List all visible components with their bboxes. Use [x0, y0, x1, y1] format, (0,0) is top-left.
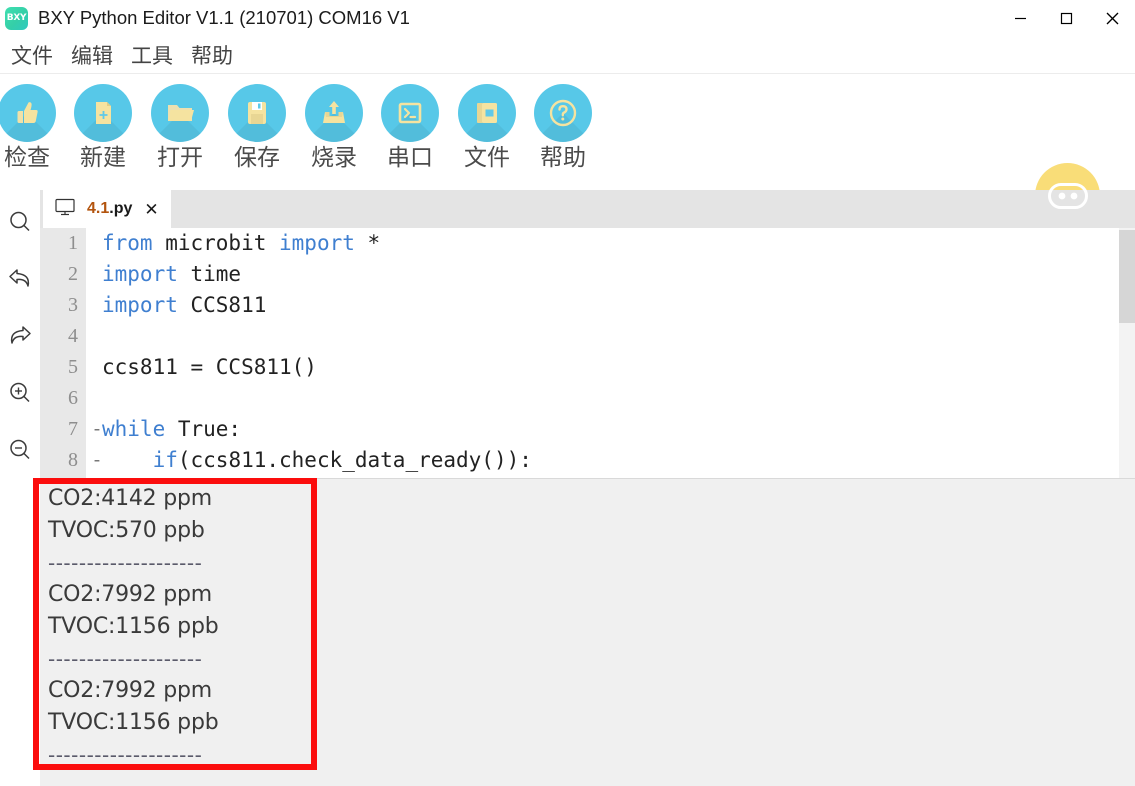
toolbar-label-check: 检查: [4, 145, 50, 171]
serial-output-line: TVOC:570 ppb: [48, 518, 205, 543]
thumbs-up-icon: [0, 84, 56, 142]
code-line-text: from microbit import *: [102, 231, 381, 255]
window-title: BXY Python Editor V1.1 (210701) COM16 V1: [38, 7, 410, 28]
code-line[interactable]: 2 import time: [40, 259, 1135, 290]
serial-output-line: CO2:7992 ppm: [48, 582, 213, 607]
undo-icon[interactable]: [4, 262, 36, 294]
line-number: 7: [68, 418, 78, 440]
code-line[interactable]: 3 import CCS811: [40, 290, 1135, 321]
zoom-out-icon[interactable]: [4, 434, 36, 466]
line-number: 2: [68, 263, 78, 285]
toolbar-label-new: 新建: [80, 145, 126, 171]
search-icon[interactable]: [4, 206, 36, 238]
serial-output-panel[interactable]: CO2:4142 ppm TVOC:570 ppb ----------------…: [40, 478, 1135, 786]
toolbar-label-help: 帮助: [540, 145, 586, 171]
application-window: BXY BXY Python Editor V1.1 (210701) COM1…: [0, 0, 1135, 786]
serial-output-line: --------------------: [48, 551, 203, 575]
tab-title: 4.1.py: [87, 200, 132, 218]
toolbar-button-new[interactable]: 新建: [64, 84, 142, 172]
code-line[interactable]: 1 from microbit import *: [40, 228, 1135, 259]
editor-sidebar: [0, 190, 40, 786]
tab-4-1-py[interactable]: 4.1.py ✕: [43, 190, 171, 228]
code-editor[interactable]: 1 from microbit import * 2 import time 3 impo…: [40, 228, 1135, 478]
app-logo-icon: BXY: [5, 6, 28, 30]
code-line[interactable]: 6: [40, 383, 1135, 414]
toolbar-button-save[interactable]: 保存: [218, 84, 296, 172]
editor-scrollbar-thumb[interactable]: [1119, 230, 1135, 323]
title-bar: BXY BXY Python Editor V1.1 (210701) COM1…: [0, 0, 1135, 36]
code-line-text: import time: [102, 262, 242, 286]
serial-output-line: CO2:4142 ppm: [48, 486, 213, 511]
code-line-text: if(ccs811.check_data_ready()):: [152, 448, 532, 472]
line-number: 3: [68, 294, 78, 316]
toolbar-label-open: 打开: [157, 145, 203, 171]
serial-output-line: --------------------: [48, 743, 203, 767]
code-line[interactable]: 7- while True:: [40, 414, 1135, 445]
code-line-text: while True:: [102, 417, 242, 441]
menu-item-file[interactable]: 文件: [2, 40, 62, 70]
serial-output-line: CO2:7992 ppm: [48, 678, 213, 703]
toolbar-button-open[interactable]: 打开: [141, 84, 219, 172]
serial-output-line: --------------------: [48, 647, 203, 671]
tab-file-extension: .py: [109, 200, 133, 217]
code-line-text: import CCS811: [102, 293, 267, 317]
code-line-text: ccs811 = CCS811(): [102, 355, 317, 379]
terminal-icon: [381, 84, 439, 142]
redo-icon[interactable]: [4, 319, 36, 351]
files-icon: [458, 84, 516, 142]
open-folder-icon: [151, 84, 209, 142]
toolbar-button-files[interactable]: 文件: [448, 84, 526, 172]
minimize-button[interactable]: [997, 0, 1043, 36]
line-number: 6: [68, 387, 78, 409]
code-line[interactable]: 5 ccs811 = CCS811(): [40, 352, 1135, 383]
tab-bar: 4.1.py ✕: [40, 190, 1135, 228]
code-content[interactable]: 1 from microbit import * 2 import time 3 impo…: [40, 228, 1135, 476]
window-controls: [997, 0, 1135, 36]
serial-output-line: TVOC:1156 ppb: [48, 614, 219, 639]
flash-upload-icon: [305, 84, 363, 142]
code-line[interactable]: 4: [40, 321, 1135, 352]
monitor-icon: [55, 198, 75, 221]
toolbar-label-serial: 串口: [387, 145, 433, 171]
toolbar-button-help[interactable]: 帮助: [524, 84, 602, 172]
menu-item-tools[interactable]: 工具: [122, 40, 182, 70]
close-button[interactable]: [1089, 0, 1135, 36]
help-question-icon: [534, 84, 592, 142]
save-disk-icon: [228, 84, 286, 142]
zoom-in-icon[interactable]: [4, 377, 36, 409]
serial-output-line: TVOC:1156 ppb: [48, 710, 219, 735]
menu-item-help[interactable]: 帮助: [182, 40, 242, 70]
toolbar-label-files: 文件: [464, 145, 510, 171]
toolbar-button-serial[interactable]: 串口: [371, 84, 449, 172]
code-line[interactable]: 8- if(ccs811.check_data_ready()):: [40, 445, 1135, 476]
line-number: 1: [68, 232, 78, 254]
toolbar: 检查 新建 打开 保存 烧录 串口 文件 帮助: [0, 75, 1135, 254]
line-number: 4: [68, 325, 78, 347]
line-number: 8: [68, 449, 78, 471]
new-file-icon: [74, 84, 132, 142]
menu-bar: 文件 编辑 工具 帮助: [0, 36, 1135, 74]
line-number: 5: [68, 356, 78, 378]
toolbar-button-flash[interactable]: 烧录: [295, 84, 373, 172]
toolbar-label-flash: 烧录: [311, 145, 357, 171]
maximize-button[interactable]: [1043, 0, 1089, 36]
editor-scrollbar[interactable]: [1119, 228, 1135, 478]
tab-filename: 4.1: [87, 200, 110, 217]
toolbar-button-check[interactable]: 检查: [0, 84, 66, 172]
tab-close-icon[interactable]: ✕: [144, 201, 158, 218]
toolbar-label-save: 保存: [234, 145, 280, 171]
menu-item-edit[interactable]: 编辑: [62, 40, 122, 70]
